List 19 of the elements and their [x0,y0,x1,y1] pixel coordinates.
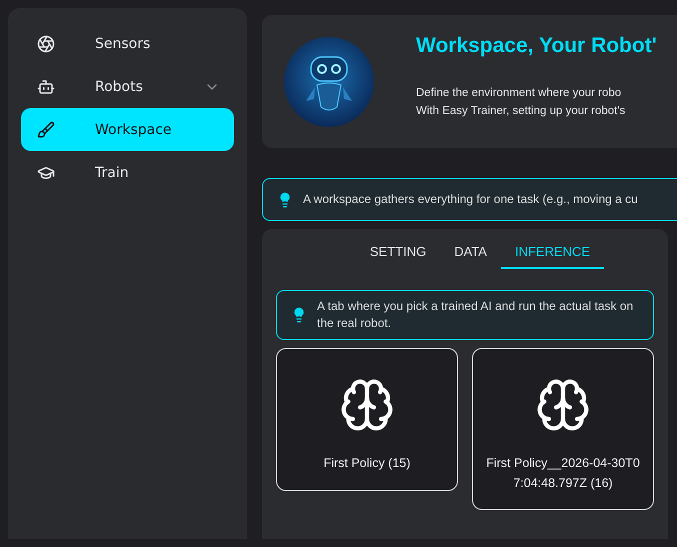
tab[interactable]: SETTING [356,239,440,269]
sidebar-item[interactable]: Sensors [21,22,234,65]
tab[interactable]: INFERENCE [500,239,604,269]
tip-text: A tab where you pick a trained AI and run the actual task on the real robot. [317,298,634,332]
sidebar-item[interactable]: Train [21,151,234,194]
sidebar-item[interactable]: Robots [21,65,234,108]
policy-card[interactable]: First Policy__2026-04-30T07:04:48.797Z (16) [472,348,654,510]
sidebar-item[interactable]: Workspace [21,108,234,151]
brain-icon [535,377,591,433]
page-title: Workspace, Your Robot' [416,34,657,58]
description-text: With Easy Trainer, setting up your robot's [416,104,626,118]
brain-icon [339,377,395,433]
sidebar-icon [37,78,55,96]
policy-card[interactable]: First Policy (15) [276,348,458,491]
tip-text: A workspace gathers everything for one task (e.g., moving a cu [303,191,638,208]
description-text: Define the environment where your robo [416,86,622,100]
tab[interactable]: DATA [440,239,501,269]
sidebar-icon [37,120,55,138]
sidebar-icon [37,34,55,52]
